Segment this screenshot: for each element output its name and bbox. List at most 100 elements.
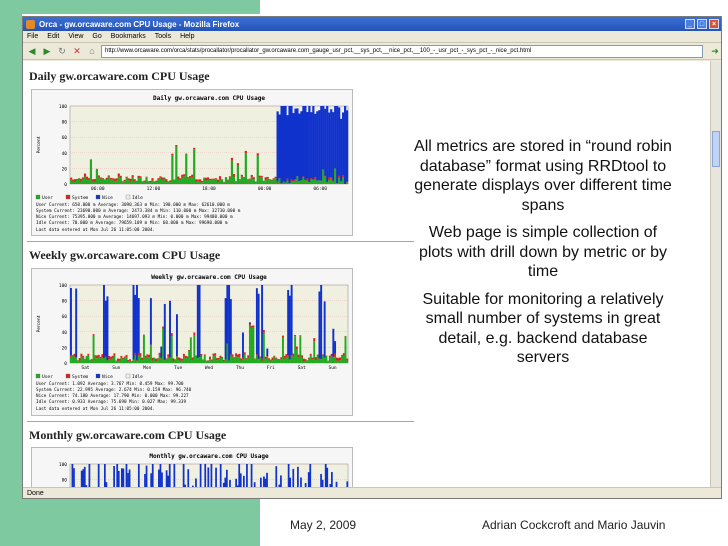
nice-bar xyxy=(346,110,349,182)
x-tick-label: Sat xyxy=(81,365,89,371)
user-bar xyxy=(304,179,307,184)
system-bar xyxy=(177,357,180,361)
user-bar xyxy=(162,328,165,363)
nice-bar xyxy=(338,107,341,176)
system-bar xyxy=(191,357,194,360)
user-bar xyxy=(240,360,243,363)
system-bar xyxy=(165,358,168,359)
menu-help[interactable]: Help xyxy=(180,33,194,40)
bullet-rrd: All metrics are stored in “round robin d… xyxy=(414,138,672,214)
daily-section-heading: Daily gw.orcaware.com CPU Usage xyxy=(29,69,210,83)
system-bar xyxy=(188,350,191,352)
system-bar xyxy=(189,337,192,339)
system-bar xyxy=(99,356,102,359)
user-bar xyxy=(130,361,133,363)
menu-tools[interactable]: Tools xyxy=(155,33,171,40)
nice-bar xyxy=(308,106,311,182)
system-bar xyxy=(275,357,277,359)
user-bar xyxy=(163,360,166,363)
system-bar xyxy=(187,177,190,179)
reload-icon[interactable]: ↻ xyxy=(56,45,68,57)
system-bar xyxy=(141,357,144,361)
user-bar xyxy=(90,360,93,363)
system-bar xyxy=(85,176,89,180)
user-bar xyxy=(107,176,110,184)
user-bar xyxy=(127,361,130,363)
user-bar xyxy=(296,176,299,184)
user-bar xyxy=(304,360,307,363)
nice-bar xyxy=(287,289,290,356)
back-icon[interactable]: ◀ xyxy=(26,45,38,57)
home-icon[interactable]: ⌂ xyxy=(86,45,98,57)
nice-bar xyxy=(287,464,290,489)
user-bar xyxy=(292,356,295,363)
menu-bookmarks[interactable]: Bookmarks xyxy=(111,33,146,40)
user-bar xyxy=(186,358,189,363)
maximize-button[interactable]: □ xyxy=(697,19,707,29)
nice-bar xyxy=(173,464,176,489)
close-button[interactable]: × xyxy=(709,19,719,29)
system-bar xyxy=(108,355,111,360)
system-bar xyxy=(200,353,203,356)
system-bar xyxy=(125,354,128,357)
nice-bar xyxy=(320,285,323,360)
user-bar xyxy=(109,179,112,184)
nice-bar xyxy=(292,468,295,489)
system-bar xyxy=(137,353,140,356)
system-bar xyxy=(302,358,305,362)
user-bar xyxy=(174,359,177,363)
user-bar xyxy=(334,168,337,184)
user-bar xyxy=(342,177,345,184)
system-bar xyxy=(149,180,152,183)
nice-bar xyxy=(120,468,123,489)
user-bar xyxy=(71,355,74,363)
user-bar xyxy=(175,146,178,184)
forward-icon[interactable]: ▶ xyxy=(41,45,53,57)
plot-area xyxy=(69,284,349,364)
menu-edit[interactable]: Edit xyxy=(47,33,59,40)
stop-icon[interactable]: ✕ xyxy=(71,45,83,57)
system-bar xyxy=(221,356,224,358)
user-bar xyxy=(323,357,326,363)
menu-view[interactable]: View xyxy=(68,33,83,40)
y-tick-label: 0 xyxy=(64,361,67,367)
user-bar xyxy=(214,355,217,363)
user-bar xyxy=(142,334,145,363)
nice-bar xyxy=(257,293,260,359)
menu-file[interactable]: File xyxy=(27,33,38,40)
user-bar xyxy=(141,360,144,363)
system-bar xyxy=(252,177,255,180)
user-bar xyxy=(141,181,144,184)
user-bar xyxy=(195,181,198,184)
user-bar xyxy=(133,181,136,184)
vertical-scrollbar[interactable] xyxy=(710,61,721,489)
y-tick-label: 40 xyxy=(62,151,68,157)
nice-bar xyxy=(290,106,293,180)
user-bar xyxy=(113,180,116,184)
bullet-suitable: Suitable for monitoring a relatively sma… xyxy=(422,290,664,367)
user-bar xyxy=(73,356,76,363)
legend-swatch xyxy=(125,373,131,379)
nice-bar xyxy=(182,464,185,489)
nice-bar xyxy=(328,112,331,178)
address-bar[interactable]: http://www.orcaware.com/orca/stats/proca… xyxy=(101,44,703,58)
minimize-button[interactable]: _ xyxy=(685,19,695,29)
system-bar xyxy=(271,357,274,361)
user-bar xyxy=(287,356,290,363)
system-bar xyxy=(157,178,160,180)
menu-go[interactable]: Go xyxy=(92,33,101,40)
section-divider xyxy=(27,241,417,242)
system-bar xyxy=(184,355,187,358)
y-axis-label: Percent xyxy=(36,136,42,153)
system-bar xyxy=(101,354,104,358)
system-bar xyxy=(207,177,210,180)
window-title: Orca - gw.orcaware.com CPU Usage - Mozil… xyxy=(39,19,240,29)
system-bar xyxy=(79,178,83,181)
user-bar xyxy=(197,181,200,184)
user-bar xyxy=(167,356,170,363)
go-icon[interactable]: ➜ xyxy=(709,45,721,57)
scrollbar-thumb[interactable] xyxy=(712,131,720,167)
system-bar xyxy=(161,177,164,181)
user-bar xyxy=(224,177,228,184)
nice-bar xyxy=(246,464,248,489)
